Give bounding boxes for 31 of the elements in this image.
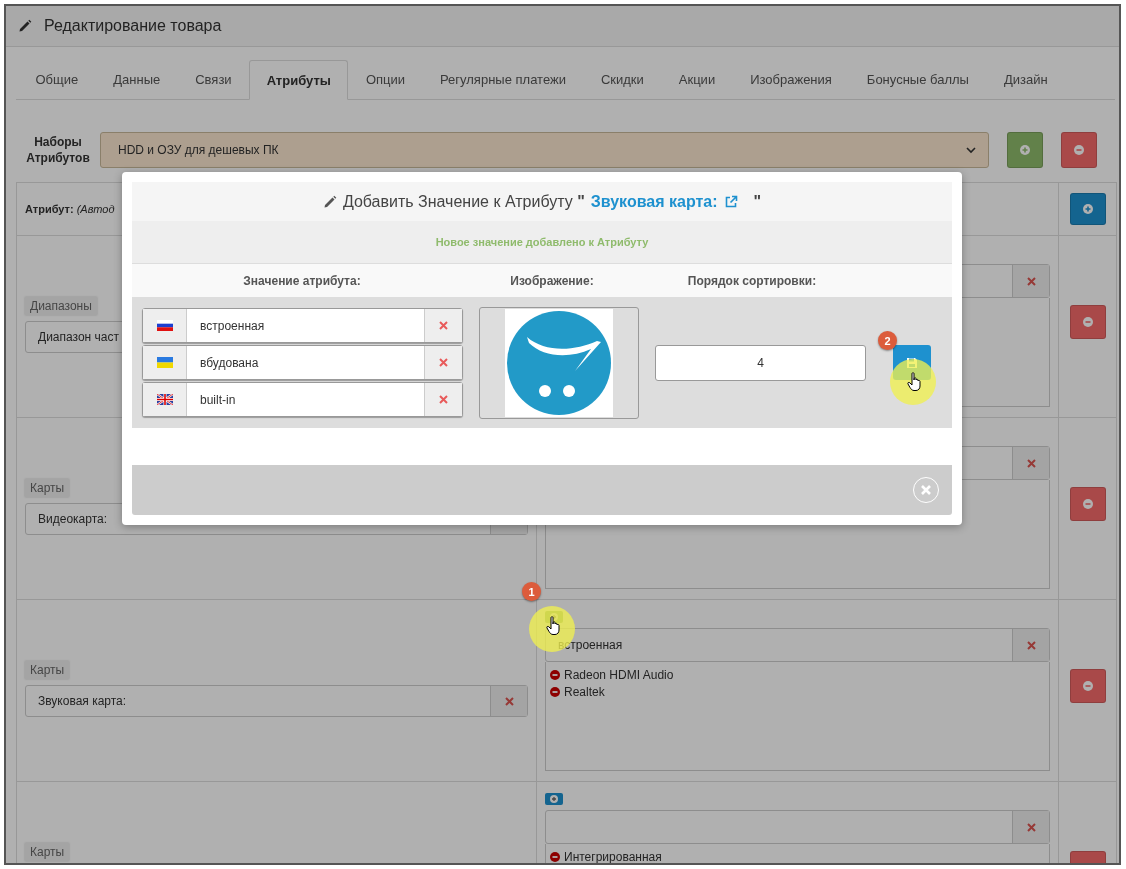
- group-label: Карты: [25, 661, 70, 679]
- group-label: Карты: [25, 479, 70, 497]
- value-item: Интегрированная: [564, 849, 662, 863]
- attribute-name-field[interactable]: Звуковая карта:: [25, 685, 528, 717]
- tab[interactable]: Изображения: [732, 60, 850, 99]
- column-header: Атрибут: (Автод: [25, 203, 115, 215]
- group-label: Диапазоны: [25, 297, 97, 315]
- group-label: Карты: [25, 843, 70, 861]
- tab[interactable]: Общие: [18, 60, 96, 99]
- tab[interactable]: Бонусные баллы: [849, 60, 987, 99]
- quote-mark: ": [753, 192, 762, 211]
- attribute-link[interactable]: Звуковая карта:: [590, 192, 738, 211]
- tab[interactable]: Атрибуты: [249, 60, 349, 100]
- attribute-set-select[interactable]: HDD и ОЗУ для дешевых ПК: [100, 132, 989, 168]
- column-header: Порядок сортировки:: [686, 273, 818, 288]
- attribute-set-label: Наборы Атрибутов: [25, 134, 91, 166]
- tab[interactable]: Дизайн: [986, 60, 1066, 99]
- modal-title: Добавить Значение к Атрибуту ": [342, 192, 585, 211]
- value-item: Realtek: [564, 684, 605, 699]
- tab[interactable]: Скидки: [583, 60, 662, 99]
- success-message: Новое значение добавлено к Атрибуту: [435, 236, 649, 248]
- tab[interactable]: Регулярные платежи: [422, 60, 584, 99]
- value-item: Radeon HDMI Audio: [564, 667, 674, 682]
- page-title: Редактирование товара: [44, 17, 222, 35]
- column-header: Изображение:: [509, 273, 595, 288]
- tab[interactable]: Связи: [177, 60, 250, 99]
- column-header: Значение атрибута:: [242, 273, 362, 288]
- sort-order-field[interactable]: 4: [655, 344, 866, 381]
- tab[interactable]: Опции: [348, 60, 423, 99]
- tab[interactable]: Данные: [95, 60, 178, 99]
- tab[interactable]: Акции: [661, 60, 733, 99]
